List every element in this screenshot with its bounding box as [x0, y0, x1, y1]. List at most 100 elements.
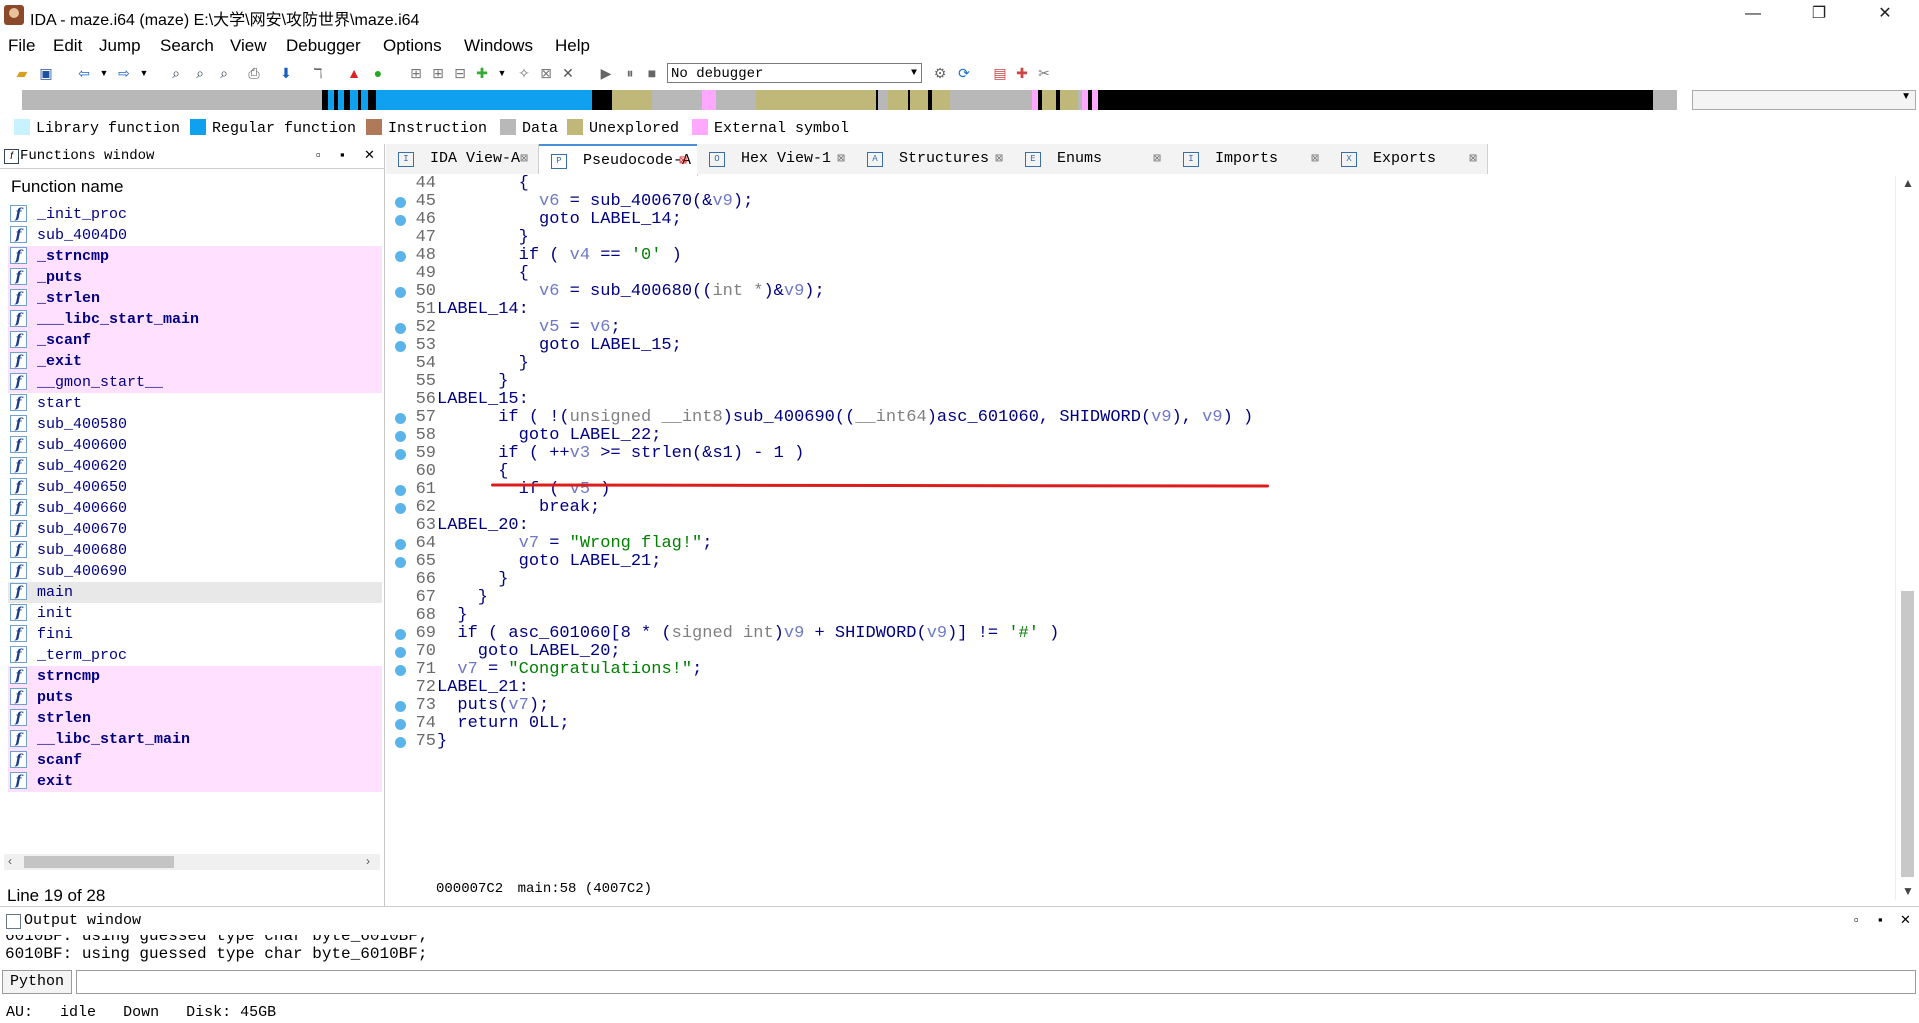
breakpoint-dot-icon[interactable] — [395, 287, 406, 298]
minimize-button[interactable]: — — [1730, 0, 1776, 30]
tab-close-icon[interactable]: ⊠ — [1469, 144, 1477, 174]
close-icon[interactable]: ✕ — [1900, 912, 1911, 928]
scroll-thumb[interactable] — [24, 856, 174, 868]
strings-icon[interactable]: ℸ — [310, 65, 326, 81]
breakpoint-dot-icon[interactable] — [395, 737, 406, 748]
function-list-item[interactable]: f strncmp — [8, 666, 382, 687]
back-dropdown-icon[interactable]: ▼ — [96, 65, 112, 81]
tab-close-icon[interactable]: ⊠ — [1153, 144, 1161, 174]
function-list-item[interactable]: f _scanf — [8, 330, 382, 351]
open-icon[interactable]: ▰ — [14, 65, 30, 81]
function-list-item[interactable]: f sub_400660 — [8, 498, 382, 519]
vertical-scrollbar[interactable]: ▲ ▼ — [1895, 176, 1918, 900]
remove-breakpoint-icon[interactable]: ✂ — [1036, 65, 1052, 81]
tool-icon-4[interactable]: ✧ — [516, 65, 532, 81]
navigation-band[interactable] — [22, 90, 1677, 110]
function-list-item[interactable]: f _strlen — [8, 288, 382, 309]
green-circle-icon[interactable]: ● — [370, 65, 386, 81]
tool-icon-1[interactable]: ⊞ — [408, 65, 424, 81]
plugin-icon[interactable]: ✚ — [474, 65, 490, 81]
function-list-item[interactable]: f main — [8, 582, 382, 603]
function-list-item[interactable]: f __libc_start_main — [8, 729, 382, 750]
function-list-item[interactable]: f __gmon_start__ — [8, 372, 382, 393]
maximize-button[interactable]: ❐ — [1796, 0, 1842, 30]
tab-close-icon[interactable]: ⊠ — [995, 144, 1003, 174]
tab-ida-view-a[interactable]: I IDA View-A ⊠ — [386, 144, 539, 174]
function-list-item[interactable]: f sub_400580 — [8, 414, 382, 435]
function-list-item[interactable]: f sub_400600 — [8, 435, 382, 456]
tab-close-icon[interactable]: ⊠ — [679, 146, 687, 176]
breakpoint-dot-icon[interactable] — [395, 503, 406, 514]
tool-icon-2[interactable]: ⊞ — [430, 65, 446, 81]
scroll-up-icon[interactable]: ▲ — [1902, 176, 1914, 190]
print-icon[interactable]: ⎙ — [246, 65, 262, 81]
menu-options[interactable]: Options — [383, 36, 442, 56]
breakpoint-list-icon[interactable]: ▤ — [992, 65, 1008, 81]
debug-tool-icon-2[interactable]: ⟳ — [956, 65, 972, 81]
delete-icon[interactable]: ✕ — [560, 65, 576, 81]
function-list-item[interactable]: f _strncmp — [8, 246, 382, 267]
tool-icon-3[interactable]: ⊟ — [452, 65, 468, 81]
function-list-item[interactable]: f sub_400670 — [8, 519, 382, 540]
pause-icon[interactable]: ⏸ — [622, 65, 638, 81]
back-icon[interactable]: ⇦ — [76, 65, 92, 81]
function-list-item[interactable]: f ___libc_start_main — [8, 309, 382, 330]
plugin-dropdown-icon[interactable]: ▼ — [494, 65, 510, 81]
function-list-item[interactable]: f puts — [8, 687, 382, 708]
function-list-item[interactable]: f init — [8, 603, 382, 624]
function-list-item[interactable]: f scanf — [8, 750, 382, 771]
tab-close-icon[interactable]: ⊠ — [520, 144, 528, 174]
play-icon[interactable]: ▶ — [598, 65, 614, 81]
menu-windows[interactable]: Windows — [464, 36, 533, 56]
function-list-item[interactable]: f _init_proc — [8, 204, 382, 225]
tool-icon-5[interactable]: ⊠ — [538, 65, 554, 81]
function-list-item[interactable]: f sub_400620 — [8, 456, 382, 477]
menu-edit[interactable]: Edit — [53, 36, 82, 56]
column-header-function-name[interactable]: Function name — [11, 177, 123, 197]
menu-file[interactable]: File — [8, 36, 35, 56]
menu-search[interactable]: Search — [160, 36, 214, 56]
tab-close-icon[interactable]: ⊠ — [1311, 144, 1319, 174]
add-breakpoint-icon[interactable]: ✚ — [1014, 65, 1030, 81]
tab-exports[interactable]: X Exports ⊠ — [1329, 144, 1488, 174]
function-list-item[interactable]: f sub_4004D0 — [8, 225, 382, 246]
scroll-thumb[interactable] — [1901, 591, 1914, 877]
restore-icon[interactable]: ▫ — [1854, 912, 1859, 927]
search-text-icon[interactable]: ⌕ — [192, 65, 208, 81]
navigation-dropdown[interactable]: ▼ — [1692, 90, 1916, 110]
close-icon[interactable]: ✕ — [364, 147, 375, 163]
breakpoint-dot-icon[interactable] — [395, 647, 406, 658]
forward-dropdown-icon[interactable]: ▼ — [136, 65, 152, 81]
breakpoint-dot-icon[interactable] — [395, 341, 406, 352]
breakpoint-dot-icon[interactable] — [395, 197, 406, 208]
function-list-item[interactable]: f _term_proc — [8, 645, 382, 666]
debug-tool-icon-1[interactable]: ⚙ — [932, 65, 948, 81]
menu-jump[interactable]: Jump — [99, 36, 141, 56]
restore-icon[interactable]: ▫ — [316, 147, 321, 162]
python-button[interactable]: Python — [2, 970, 72, 994]
float-icon[interactable]: ▪ — [340, 147, 345, 162]
tab-hex-view-1[interactable]: O Hex View-1 ⊠ — [697, 144, 856, 174]
close-button[interactable]: ✕ — [1862, 0, 1908, 30]
breakpoint-dot-icon[interactable] — [395, 539, 406, 550]
function-list-item[interactable]: f fini — [8, 624, 382, 645]
breakpoint-dot-icon[interactable] — [395, 485, 406, 496]
tab-imports[interactable]: I Imports ⊠ — [1171, 144, 1330, 174]
code-line[interactable]: 75} — [386, 731, 1886, 753]
function-list-item[interactable]: f sub_400690 — [8, 561, 382, 582]
function-list-item[interactable]: f _exit — [8, 351, 382, 372]
function-list-item[interactable]: f exit — [8, 771, 382, 792]
breakpoint-dot-icon[interactable] — [395, 251, 406, 262]
python-command-input[interactable] — [76, 970, 1916, 994]
tab-pseudocode-a[interactable]: P Pseudocode-A ⊠ — [539, 144, 698, 176]
menu-view[interactable]: View — [230, 36, 267, 56]
breakpoint-dot-icon[interactable] — [395, 449, 406, 460]
scroll-right-icon[interactable]: › — [366, 854, 370, 868]
horizontal-scrollbar[interactable]: ‹ › — [4, 854, 380, 870]
tab-enums[interactable]: E Enums ⊠ — [1013, 144, 1172, 174]
scroll-left-icon[interactable]: ‹ — [8, 854, 12, 868]
pseudocode-view[interactable]: 44 {45 v6 = sub_400670(&v9); 46 goto LABE… — [386, 174, 1888, 876]
breakpoint-dot-icon[interactable] — [395, 323, 406, 334]
forward-icon[interactable]: ⇨ — [116, 65, 132, 81]
function-list-item[interactable]: f sub_400680 — [8, 540, 382, 561]
